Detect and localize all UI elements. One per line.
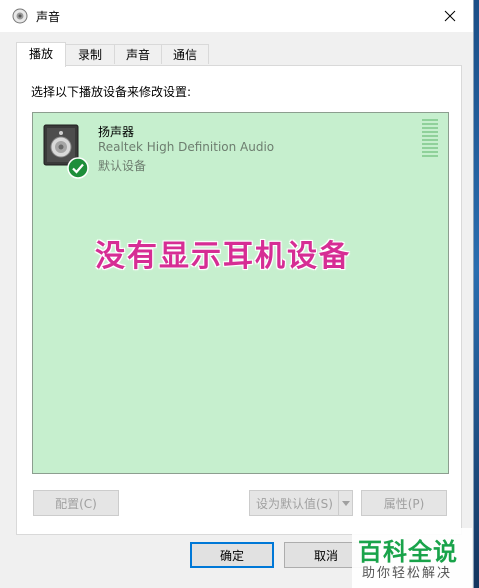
- set-default-button[interactable]: 设为默认值(S): [249, 490, 339, 516]
- tab-communications[interactable]: 通信: [161, 44, 209, 64]
- properties-button[interactable]: 属性(P): [361, 490, 447, 516]
- volume-level-meter: [422, 119, 438, 161]
- tab-recording[interactable]: 录制: [65, 44, 115, 64]
- instruction-label: 选择以下播放设备来修改设置:: [31, 85, 192, 99]
- window-title: 声音: [36, 10, 61, 24]
- close-icon: [444, 10, 456, 22]
- dropdown-arrow-icon: [341, 500, 350, 506]
- device-name: 扬声器: [98, 125, 135, 139]
- watermark-subtitle: 助你轻松解决: [362, 566, 453, 581]
- device-list[interactable]: 扬声器 Realtek High Definition Audio 默认设备 没…: [32, 112, 449, 474]
- playback-panel: 选择以下播放设备来修改设置: 扬声器 Realtek High Definiti…: [16, 65, 462, 535]
- annotation-caption: 没有显示耳机设备: [95, 239, 351, 274]
- default-device-check-icon: [67, 157, 89, 179]
- close-button[interactable]: [427, 0, 473, 32]
- title-bar[interactable]: 声音: [0, 0, 473, 32]
- tab-playback[interactable]: 播放: [16, 42, 66, 67]
- sound-dialog: 声音 播放 录制 声音 通信 选择以下播放设备来修改设置: 扬声器 Realte…: [0, 0, 474, 588]
- device-driver: Realtek High Definition Audio: [98, 140, 275, 154]
- set-default-dropdown-button[interactable]: [338, 490, 353, 516]
- configure-button[interactable]: 配置(C): [33, 490, 119, 516]
- tab-sounds[interactable]: 声音: [114, 44, 162, 64]
- speaker-app-icon: [12, 8, 28, 24]
- ok-button[interactable]: 确定: [190, 542, 274, 568]
- watermark: 百科全说 助你轻松解决: [352, 528, 472, 588]
- device-status: 默认设备: [98, 159, 147, 173]
